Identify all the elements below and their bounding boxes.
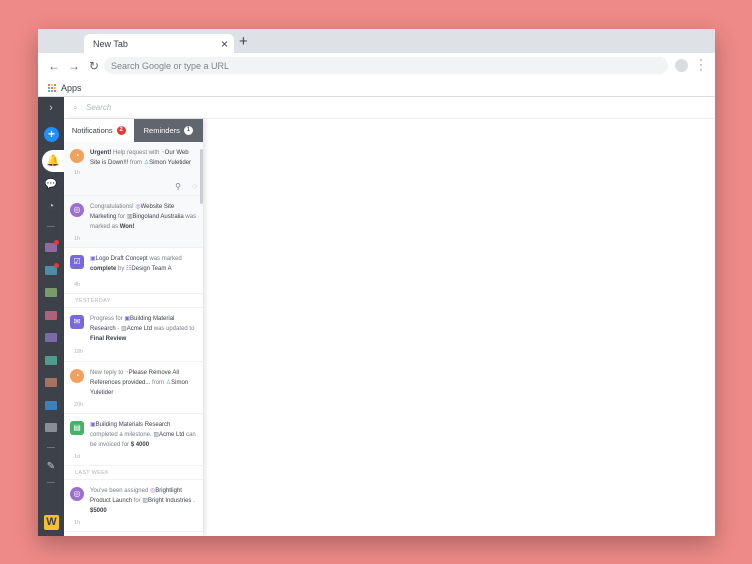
- notification-item[interactable]: ▤ ▣Building Materials Research completed…: [64, 414, 203, 466]
- back-arrow-icon[interactable]: ←: [44, 59, 64, 73]
- bookmarks-bar: Apps: [38, 79, 715, 97]
- search-input[interactable]: Search: [86, 103, 111, 112]
- activity-icon[interactable]: ◔: [38, 201, 64, 212]
- folder-icon[interactable]: [45, 401, 57, 410]
- unread-dot: [54, 263, 59, 268]
- folder-icon[interactable]: [45, 311, 57, 320]
- bell-icon[interactable]: 🔔: [42, 150, 64, 172]
- app-content: › + 🔔 💬 ◔ ✎ W ⌕ Search Notifications 2 R…: [38, 97, 715, 536]
- reply-icon[interactable]: ◌: [192, 182, 197, 191]
- stack-icon[interactable]: [45, 423, 57, 432]
- unread-dot: [54, 240, 59, 245]
- browser-toolbar: ← → ↻ Search Google or type a URL · · ·: [38, 53, 715, 79]
- apps-grid-icon[interactable]: [48, 83, 56, 92]
- notifications-count-badge: 2: [116, 126, 126, 135]
- more-menu-icon[interactable]: · · ·: [697, 55, 705, 76]
- tab-notifications[interactable]: Notifications 2: [64, 119, 134, 142]
- forward-arrow-icon[interactable]: →: [64, 59, 84, 73]
- notification-item[interactable]: ◔ New reply to ◔Please Remove All Refere…: [64, 362, 203, 414]
- target-icon: ◎: [70, 203, 84, 217]
- feed-scrollbar[interactable]: [200, 149, 203, 204]
- rail-divider: [47, 226, 55, 227]
- browser-tab[interactable]: New Tab ×: [84, 34, 234, 53]
- notification-item[interactable]: ◔ Urgent! Help request with ◔Our Web Sit…: [64, 142, 203, 196]
- checklist-icon: ☑: [70, 255, 84, 269]
- close-tab-icon[interactable]: ×: [221, 37, 228, 51]
- notification-item[interactable]: ◎ You've been assigned ◎Brightlight Prod…: [64, 480, 203, 532]
- profile-icon[interactable]: [675, 59, 688, 72]
- notification-item[interactable]: ◎ Congratulations! ◎Website Site Marketi…: [64, 196, 203, 248]
- tools-icon[interactable]: ✎: [38, 461, 64, 472]
- add-button[interactable]: +: [44, 127, 59, 142]
- notification-item[interactable]: ☑ ▣Logo Draft Concept was marked complet…: [64, 248, 203, 294]
- tab-reminders[interactable]: Reminders 1: [133, 119, 203, 142]
- folder-icon[interactable]: [45, 288, 57, 297]
- notification-text: ▣Building Materials Research completed a…: [90, 422, 196, 448]
- envelope-icon: ✉: [70, 315, 84, 329]
- notification-time: 20h: [74, 402, 84, 408]
- rail-divider: [47, 447, 55, 448]
- notification-item[interactable]: ✉ Progress for ▣Building Material Resear…: [64, 308, 203, 362]
- section-last-week: LAST WEEK: [64, 466, 203, 480]
- omnibox-input[interactable]: Search Google or type a URL: [104, 57, 668, 74]
- reply-bubble-icon: ◔: [70, 369, 84, 383]
- assign-user-icon[interactable]: ⚲: [175, 182, 181, 191]
- notification-time: 1d: [74, 454, 81, 460]
- notification-text: Urgent! Help request with ◔Our Web Site …: [90, 150, 192, 166]
- app-logo[interactable]: W: [44, 515, 59, 530]
- reminders-count-badge: 1: [183, 126, 193, 135]
- help-request-icon: ◔: [70, 149, 84, 163]
- notification-text: Congratulations! ◎Website Site Marketing…: [90, 204, 197, 230]
- target-icon: ◎: [70, 487, 84, 501]
- notification-text: You've been assigned ◎Brightlight Produc…: [90, 488, 195, 514]
- folder-icon[interactable]: [45, 378, 57, 387]
- side-rail: › + 🔔 💬 ◔ ✎ W: [38, 97, 64, 536]
- notification-time: 18h: [74, 349, 84, 355]
- notification-time: 1h: [74, 170, 81, 176]
- chat-icon[interactable]: 💬: [38, 179, 64, 190]
- notification-time: 1h: [74, 520, 81, 526]
- notification-text: New reply to ◔Please Remove All Referenc…: [90, 370, 189, 396]
- tab-notifications-label: Notifications: [71, 126, 113, 135]
- notifications-panel: Notifications 2 Reminders 1 ◔ Urgent! He…: [64, 119, 203, 536]
- tab-reminders-label: Reminders: [143, 126, 180, 135]
- search-icon: ⌕: [73, 103, 78, 112]
- folder-icon[interactable]: [45, 356, 57, 365]
- rail-divider: [47, 482, 55, 483]
- notification-time: 4h: [74, 282, 81, 288]
- search-bar[interactable]: ⌕ Search: [64, 97, 715, 119]
- panel-tabs: Notifications 2 Reminders 1: [64, 119, 203, 142]
- browser-window: New Tab × + ← → ↻ Search Google or type …: [38, 29, 715, 536]
- notification-feed: ◔ Urgent! Help request with ◔Our Web Sit…: [64, 142, 203, 532]
- expand-chevron-icon[interactable]: ›: [38, 102, 64, 114]
- tab-strip: New Tab × +: [38, 29, 715, 53]
- invoice-icon: ▤: [70, 421, 84, 435]
- new-tab-button[interactable]: +: [239, 33, 248, 50]
- reload-icon[interactable]: ↻: [84, 59, 104, 73]
- notification-text: ▣Logo Draft Concept was marked complete …: [90, 256, 182, 272]
- notification-text: Progress for ▣Building Material Research…: [90, 316, 195, 342]
- section-yesterday: YESTERDAY: [64, 294, 203, 308]
- apps-bookmark-label[interactable]: Apps: [61, 83, 82, 93]
- tab-title: New Tab: [93, 38, 128, 49]
- folder-icon[interactable]: [45, 333, 57, 342]
- notification-time: 1h: [74, 236, 81, 242]
